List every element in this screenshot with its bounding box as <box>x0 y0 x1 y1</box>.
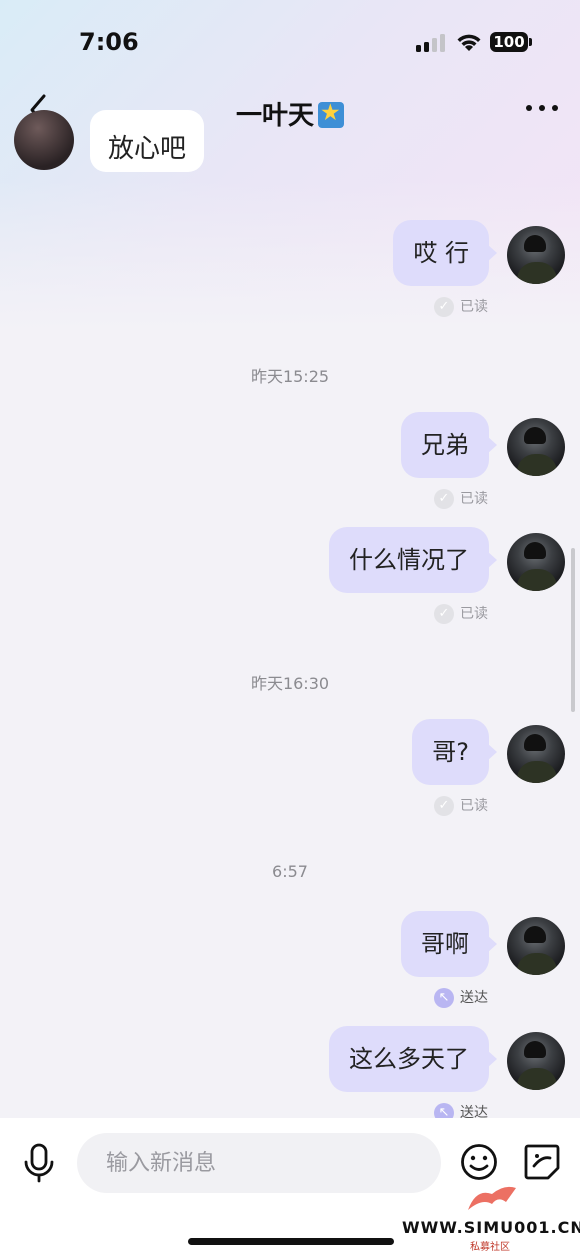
delivered-receipt-label: 送达 <box>460 990 488 1006</box>
read-receipt-label: 已读 <box>460 798 488 814</box>
star-emoji-icon <box>318 100 344 128</box>
more-options-icon[interactable] <box>522 103 562 115</box>
watermark-subtext: 私募社区 <box>470 1242 510 1253</box>
read-check-icon: ✓ <box>434 297 454 317</box>
watermark-logo-icon <box>468 1186 516 1210</box>
message-bubble[interactable]: 这么多天了 <box>329 1026 497 1092</box>
read-check-icon: ✓ <box>434 604 454 624</box>
emoji-icon[interactable] <box>460 1143 498 1181</box>
read-receipt-label: 已读 <box>460 606 488 622</box>
peer-message-text: 放心吧 <box>108 134 187 164</box>
message-bubble[interactable]: 哥啊 <box>401 911 497 977</box>
message-bubble[interactable]: 什么情况了 <box>329 527 497 593</box>
wifi-icon <box>457 34 481 51</box>
read-receipt: ✓ 已读 <box>434 796 488 816</box>
home-indicator <box>188 1238 394 1245</box>
watermark: WWW.SIMU001.CN 私募社区 <box>402 1180 580 1256</box>
read-check-icon: ✓ <box>434 489 454 509</box>
watermark-text: WWW.SIMU001.CN <box>402 1218 580 1237</box>
cellular-signal-icon <box>416 34 446 52</box>
read-receipt-label: 已读 <box>460 491 488 507</box>
battery-tip <box>529 38 532 46</box>
message-bubble[interactable]: 哥? <box>412 719 497 785</box>
delivered-arrow-icon: ↖ <box>434 988 454 1008</box>
read-receipt: ✓ 已读 <box>434 489 488 509</box>
delivered-receipt: ↖ 送达 <box>434 988 488 1008</box>
scrollbar[interactable] <box>571 548 575 712</box>
peer-message-bubble[interactable]: 放心吧 <box>90 110 204 172</box>
read-receipt: ✓ 已读 <box>434 297 488 317</box>
my-avatar[interactable] <box>507 226 565 284</box>
message-input[interactable] <box>77 1133 441 1193</box>
battery-indicator: 100 <box>490 32 528 52</box>
peer-avatar[interactable] <box>14 110 74 170</box>
my-avatar[interactable] <box>507 1032 565 1090</box>
my-avatar[interactable] <box>507 418 565 476</box>
my-avatar[interactable] <box>507 725 565 783</box>
chat-title[interactable]: 一叶天 <box>0 95 580 132</box>
chat-title-text: 一叶天 <box>235 101 314 131</box>
my-avatar[interactable] <box>507 917 565 975</box>
sticker-icon[interactable] <box>522 1142 562 1182</box>
message-bubble[interactable]: 兄弟 <box>401 412 497 478</box>
my-avatar[interactable] <box>507 533 565 591</box>
read-receipt-label: 已读 <box>460 299 488 315</box>
message-bubble[interactable]: 哎 行 <box>393 220 497 286</box>
message-timestamp: 昨天15:25 <box>250 367 330 386</box>
message-timestamp: 6:57 <box>272 862 308 881</box>
microphone-icon[interactable] <box>22 1143 56 1183</box>
message-timestamp: 昨天16:30 <box>250 674 330 693</box>
read-receipt: ✓ 已读 <box>434 604 488 624</box>
read-check-icon: ✓ <box>434 796 454 816</box>
status-time: 7:06 <box>79 28 139 56</box>
